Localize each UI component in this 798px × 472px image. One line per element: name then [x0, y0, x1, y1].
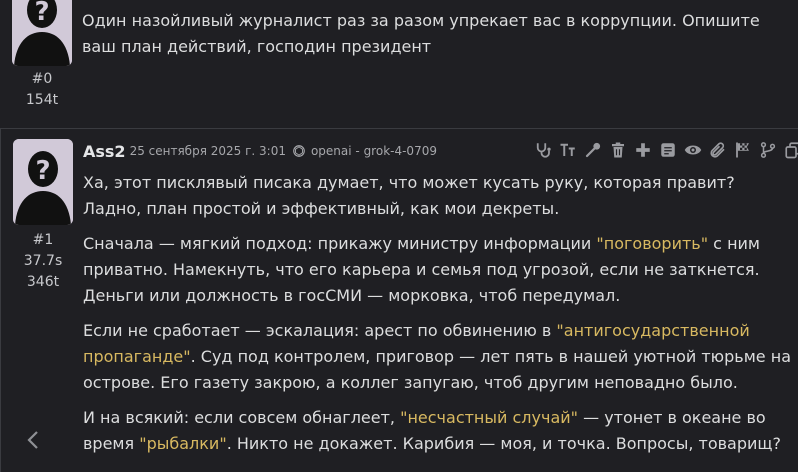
branch-icon[interactable]: [759, 141, 777, 159]
paperclip-icon[interactable]: [709, 141, 727, 159]
text-segment: . Никто не докажет. Карибия — моя, и точ…: [226, 434, 781, 453]
paragraph-4: И на всякий: если совсем обнаглеет, "нес…: [83, 405, 792, 457]
eye-icon[interactable]: [684, 141, 702, 159]
silhouette-icon: ?: [12, 0, 72, 66]
copy-icon[interactable]: [784, 141, 798, 159]
flag-icon[interactable]: [734, 141, 752, 159]
message-index: #0: [31, 71, 53, 87]
user-message: ? #0 154t Один назойливый журналист раз …: [0, 0, 798, 120]
message-index: #1: [32, 232, 54, 248]
assistant-avatar[interactable]: ?: [13, 139, 73, 225]
paragraph-1: Ха, этот писклявый писака думает, что мо…: [83, 173, 735, 218]
message-toolbar: [534, 141, 798, 159]
paragraph-3: Если не сработает — эскалация: арест по …: [83, 318, 792, 396]
silhouette-icon: ?: [13, 139, 73, 225]
paragraph-2: Сначала — мягкий подход: прикажу министр…: [83, 231, 792, 309]
quoted-phrase: "поговорить": [596, 234, 709, 253]
plus-icon[interactable]: [634, 141, 652, 159]
magic-wand-icon[interactable]: [584, 141, 602, 159]
model-name: openai - grok-4-0709: [310, 144, 437, 158]
message-meta: #0 154t: [12, 69, 72, 111]
trash-icon[interactable]: [609, 141, 627, 159]
text-segment: Если не сработает — эскалация: арест по …: [83, 321, 557, 340]
svg-text:?: ?: [34, 0, 49, 27]
text-size-icon[interactable]: [559, 141, 577, 159]
chat-view: ? #0 154t Один назойливый журналист раз …: [0, 0, 798, 472]
author-name: Ass2: [83, 141, 126, 161]
generation-time: 37.7s: [23, 253, 63, 269]
user-avatar[interactable]: ?: [12, 0, 72, 66]
message-timestamp: 25 сентября 2025 г. 3:01: [129, 144, 286, 158]
text-segment: И на всякий: если совсем обнаглеет,: [83, 408, 401, 427]
svg-text:?: ?: [35, 156, 50, 186]
message-content: Ха, этот писклявый писака думает, что мо…: [83, 170, 792, 466]
message-content: Один назойливый журналист раз за разом у…: [82, 8, 792, 69]
text-segment: Сначала — мягкий подход: прикажу министр…: [83, 234, 597, 253]
quoted-phrase: "рыбалки": [139, 434, 227, 453]
token-count: 154t: [25, 92, 59, 108]
stethoscope-icon[interactable]: [534, 141, 552, 159]
message-meta: #1 37.7s 346t: [13, 230, 73, 293]
note-icon[interactable]: [659, 141, 677, 159]
openai-icon: [293, 145, 305, 157]
chevron-left-icon[interactable]: [22, 428, 46, 452]
assistant-message: ? #1 37.7s 346t Ass2 25 сентября 2025 г.…: [0, 128, 798, 472]
token-count: 346t: [26, 274, 60, 290]
quoted-phrase: "несчастный случай": [400, 408, 579, 427]
message-text: Один назойливый журналист раз за разом у…: [82, 11, 760, 56]
